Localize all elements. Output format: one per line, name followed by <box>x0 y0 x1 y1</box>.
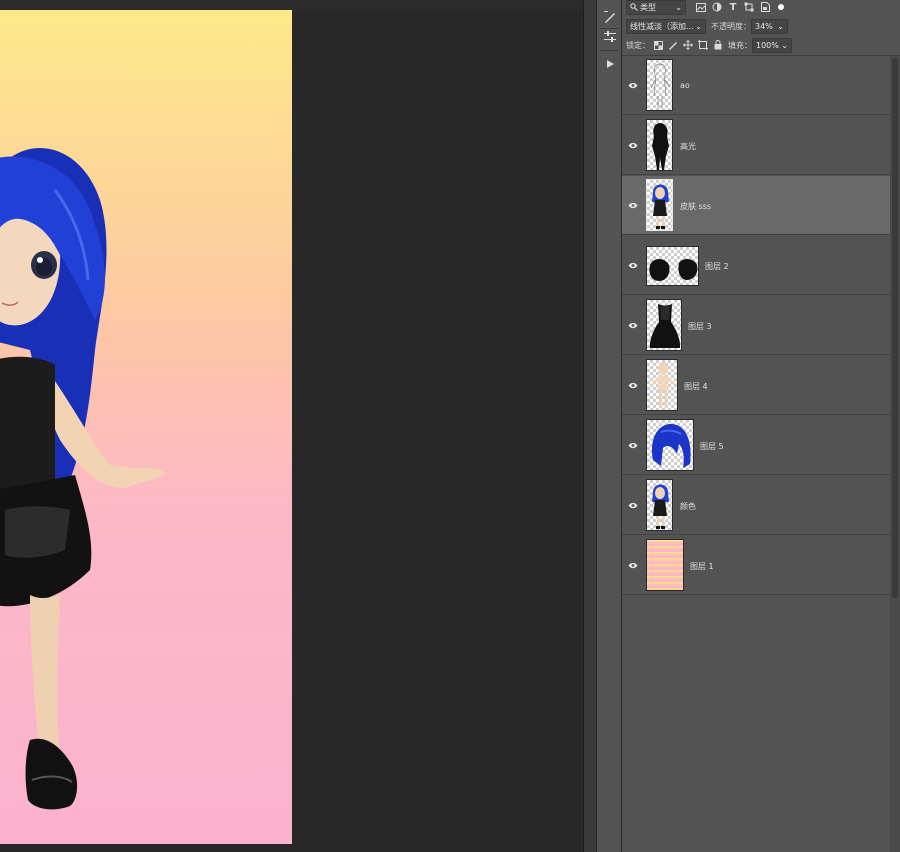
layer-row-layer-1[interactable]: 图层 1 <box>622 536 890 595</box>
layers-scrollbar[interactable] <box>890 56 900 852</box>
chevron-down-icon: ⌄ <box>695 21 702 31</box>
blend-mode-dropdown[interactable]: 线性减淡（添加... ⌄ <box>626 18 706 34</box>
chevron-down-icon: ⌄ <box>675 2 682 12</box>
layer-name[interactable]: 图层 1 <box>690 561 714 572</box>
visibility-eye-icon[interactable] <box>628 260 638 270</box>
dress-sheen <box>5 506 70 558</box>
layer-name[interactable]: 皮肤 sss <box>680 201 711 212</box>
fill-label: 填充： <box>728 40 752 50</box>
shape-filter-icon[interactable] <box>743 1 755 13</box>
layer-row-highlight[interactable]: 高光 <box>622 116 890 175</box>
filter-toggle-icon[interactable] <box>775 1 787 13</box>
brush-settings-icon[interactable] <box>601 9 618 25</box>
layers-panel: 类型 ⌄ T 线性减淡（添加... ⌄ 不透明度： 34% ⌄ 锁定： 填充： … <box>622 0 900 852</box>
visibility-eye-icon[interactable] <box>628 80 638 90</box>
filter-kind-label: 类型 <box>640 2 656 12</box>
layer-row-skin-sss[interactable]: 皮肤 sss <box>622 176 890 235</box>
layer-name[interactable]: 图层 2 <box>705 261 729 272</box>
layer-name[interactable]: 高光 <box>680 141 696 152</box>
toolstrip-separator <box>600 50 619 51</box>
chevron-down-icon[interactable]: ⌄ <box>777 20 784 33</box>
layer-name[interactable]: 颜色 <box>680 501 696 512</box>
layer-row-color[interactable]: 颜色 <box>622 476 890 535</box>
lock-position-icon[interactable] <box>682 39 694 51</box>
opacity-input[interactable]: 34% ⌄ <box>751 18 788 34</box>
filter-kind-dropdown[interactable]: 类型 ⌄ <box>626 0 686 15</box>
layer-thumbnail-character[interactable] <box>646 179 673 231</box>
layer-thumbnail-sketch[interactable] <box>646 59 673 111</box>
panel-toolstrip <box>596 0 622 852</box>
layer-thumbnail-gradient[interactable] <box>646 539 684 591</box>
canvas-top-strip <box>0 0 583 10</box>
layer-name[interactable]: 图层 4 <box>684 381 708 392</box>
layer-filter-row: 类型 ⌄ T <box>622 0 900 16</box>
adjustments-icon[interactable] <box>601 29 618 45</box>
lock-image-icon[interactable] <box>667 39 679 51</box>
shoe <box>25 738 78 810</box>
search-icon <box>630 3 638 11</box>
layer-thumbnail-dress[interactable] <box>646 299 682 351</box>
layer-name[interactable]: 图层 5 <box>700 441 724 452</box>
layer-row-layer-4[interactable]: 图层 4 <box>622 356 890 415</box>
layer-thumbnail-hair[interactable] <box>646 419 694 471</box>
type-filter-icon[interactable]: T <box>727 1 739 13</box>
adjustment-filter-icon[interactable] <box>711 1 723 13</box>
play-icon[interactable] <box>601 56 618 72</box>
lock-all-icon[interactable] <box>712 39 724 51</box>
lock-label: 锁定： <box>626 40 650 50</box>
layer-thumbnail-silhouette[interactable] <box>646 119 673 171</box>
layers-scrollbar-thumb[interactable] <box>892 58 898 598</box>
layer-thumbnail-skin[interactable] <box>646 359 678 411</box>
layer-thumbnail-shoes[interactable] <box>646 246 699 286</box>
visibility-eye-icon[interactable] <box>628 440 638 450</box>
visibility-eye-icon[interactable] <box>628 380 638 390</box>
visibility-eye-icon[interactable] <box>628 320 638 330</box>
layer-name[interactable]: ao <box>680 81 690 90</box>
blend-opacity-row: 线性减淡（添加... ⌄ 不透明度： 34% ⌄ <box>622 17 900 35</box>
layer-row-ao[interactable]: ao <box>622 56 890 115</box>
visibility-eye-icon[interactable] <box>628 500 638 510</box>
smart-object-filter-icon[interactable] <box>759 1 771 13</box>
chevron-down-icon[interactable]: ⌄ <box>781 39 788 52</box>
blend-mode-value: 线性减淡（添加... <box>630 21 694 31</box>
lock-artboard-icon[interactable] <box>697 39 709 51</box>
layers-list: ao 高光 皮肤 sss 图层 2 图层 3 图层 4 图层 5 颜色 图层 1 <box>622 56 890 596</box>
panel-dock-divider[interactable] <box>583 0 596 852</box>
layer-thumbnail-character[interactable] <box>646 479 673 531</box>
lock-transparent-icon[interactable] <box>652 39 664 51</box>
opacity-label: 不透明度： <box>711 21 751 31</box>
visibility-eye-icon[interactable] <box>628 560 638 570</box>
artboard-image[interactable] <box>0 10 292 844</box>
layer-name[interactable]: 图层 3 <box>688 321 712 332</box>
image-filter-icon[interactable] <box>695 1 707 13</box>
leg <box>30 595 60 755</box>
layer-row-layer-5[interactable]: 图层 5 <box>622 416 890 475</box>
fill-value: 100% <box>756 40 779 50</box>
fill-input[interactable]: 100% ⌄ <box>752 37 792 53</box>
character-render <box>0 147 165 810</box>
opacity-value: 34% <box>755 21 773 31</box>
layer-row-layer-2[interactable]: 图层 2 <box>622 236 890 295</box>
visibility-eye-icon[interactable] <box>628 140 638 150</box>
layer-row-layer-3[interactable]: 图层 3 <box>622 296 890 355</box>
lock-fill-row: 锁定： 填充： 100% ⌄ <box>622 36 900 54</box>
document-canvas-area[interactable] <box>0 0 583 852</box>
visibility-eye-icon[interactable] <box>628 200 638 210</box>
